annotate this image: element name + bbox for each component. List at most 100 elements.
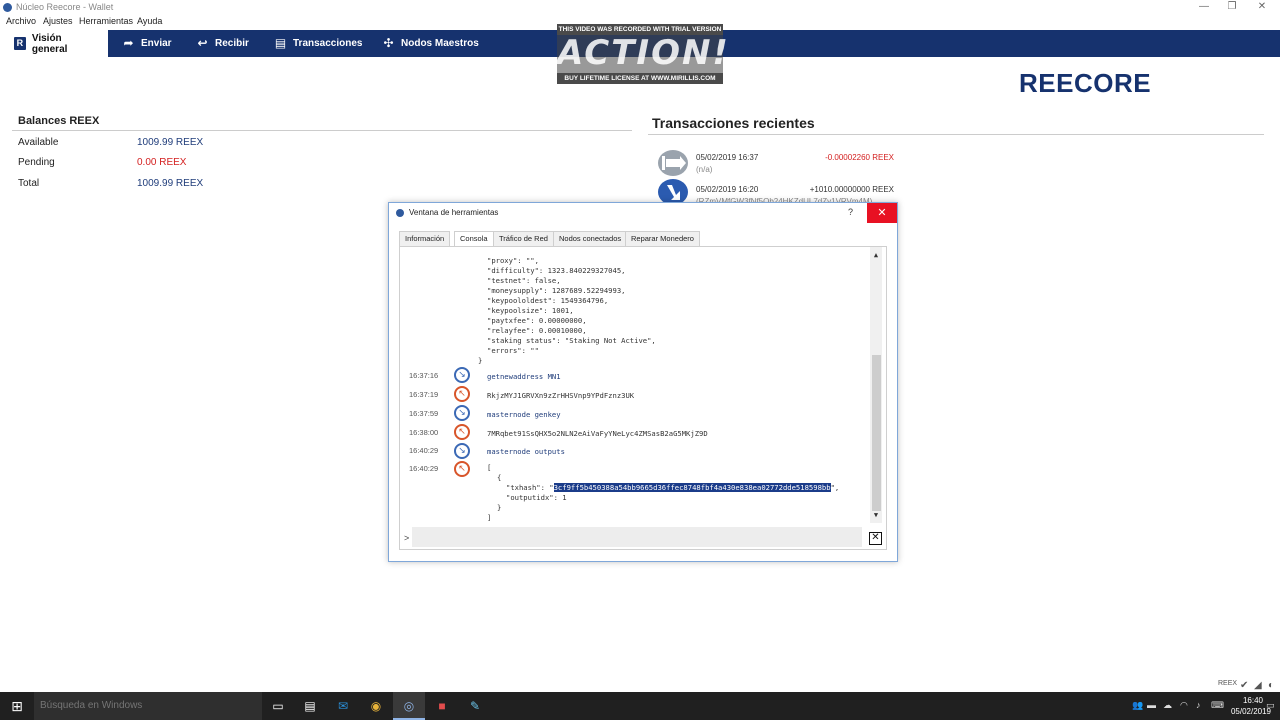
- notifications-icon[interactable]: ▭: [1266, 700, 1275, 711]
- balance-label-total: Total: [18, 178, 40, 189]
- console-prompt: >: [404, 533, 410, 543]
- console-json-line: "keypoololdest": 1549364796,: [487, 296, 609, 305]
- txhash-key: "txhash": ": [506, 483, 554, 492]
- tools-window: Ventana de herramientas ? ✕ Información …: [388, 202, 898, 562]
- balance-value-pending: 0.00 REEX: [137, 157, 187, 168]
- people-icon[interactable]: 👥: [1132, 700, 1143, 711]
- watermark-logo: ACTION!: [557, 33, 730, 73]
- close-tools-button[interactable]: ✕: [867, 203, 897, 223]
- console-timestamp: 16:37:59: [409, 409, 439, 418]
- menu-ajustes[interactable]: Ajustes: [43, 16, 73, 26]
- app-logo-icon: [396, 209, 404, 217]
- console-command-icon: ↘: [454, 367, 470, 383]
- tx-date: 05/02/2019 16:37: [696, 153, 759, 162]
- console-timestamp: 16:38:00: [409, 428, 439, 437]
- recording-watermark: THIS VIDEO WAS RECORDED WITH TRIAL VERSI…: [557, 24, 730, 84]
- reecore-wallet-taskbar-icon[interactable]: ◎: [393, 692, 425, 720]
- send-arrow-icon: ➦: [123, 36, 134, 50]
- menu-ayuda[interactable]: Ayuda: [137, 16, 162, 26]
- volume-icon[interactable]: ♪: [1196, 700, 1201, 710]
- notepad-icon[interactable]: ▤: [294, 692, 326, 720]
- balance-value-total: 1009.99 REEX: [137, 178, 204, 189]
- minimize-button[interactable]: —: [1190, 0, 1218, 15]
- tools-window-titlebar: Ventana de herramientas: [389, 203, 897, 223]
- tab-informacion[interactable]: Información: [399, 231, 451, 247]
- chrome-icon[interactable]: ◉: [360, 692, 392, 720]
- tab-label: Nodos Maestros: [401, 38, 479, 49]
- brand-title: REECORE: [1019, 68, 1152, 98]
- recent-divider: [648, 134, 1264, 135]
- console-reply: RkjzMYJ1GRVXn9zZrHHSVnp9YPdFznz3UK: [487, 391, 635, 400]
- help-button[interactable]: ?: [848, 207, 853, 217]
- windows-search-input[interactable]: [34, 692, 262, 720]
- balances-title: Balances REEX: [18, 115, 100, 127]
- console-reply-icon: ↖: [454, 386, 470, 402]
- tx-amount: -0.00002260 REEX: [825, 153, 894, 162]
- console-reply: "outputidx": 1: [506, 493, 567, 502]
- tools-window-title: Ventana de herramientas: [409, 208, 499, 217]
- scroll-thumb[interactable]: [872, 355, 881, 511]
- scroll-up-arrow-icon[interactable]: ▲: [870, 251, 882, 261]
- battery-icon[interactable]: ▬: [1147, 700, 1156, 710]
- editor-app-icon[interactable]: ✎: [459, 692, 491, 720]
- tab-trafico-de-red[interactable]: Tráfico de Red: [493, 231, 554, 247]
- console-output: "proxy": "", "difficulty": 1323.84022932…: [400, 247, 886, 523]
- tab-nodos-maestros[interactable]: ✣ Nodos Maestros: [368, 30, 493, 57]
- maximize-button[interactable]: ❐: [1218, 0, 1246, 15]
- watermark-bottom-text: BUY LIFETIME LICENSE AT WWW.MIRILLIS.COM: [557, 73, 723, 84]
- network-signal-icon: ◢: [1254, 680, 1262, 691]
- console-json-line: "moneysupply": 1287689.52294993,: [487, 286, 626, 295]
- scroll-down-arrow-icon[interactable]: ▼: [870, 511, 882, 521]
- console-command-icon: ↘: [454, 405, 470, 421]
- tab-recibir[interactable]: ↩ Recibir: [182, 30, 263, 57]
- txhash-selected-value[interactable]: 3cf9ff5b450388a54bb9665d36ffec8748fbf4a4…: [553, 483, 831, 492]
- tab-nodos-conectados[interactable]: Nodos conectados: [553, 231, 628, 247]
- menu-herramientas[interactable]: Herramientas: [79, 16, 133, 26]
- windows-start-icon[interactable]: ⊞: [0, 692, 34, 720]
- console-reply-icon: ↖: [454, 461, 470, 477]
- console-command: getnewaddress MN1: [487, 372, 561, 381]
- tx-date: 05/02/2019 16:20: [696, 185, 759, 194]
- console-reply-icon: ↖: [454, 424, 470, 440]
- console-reply: {: [497, 473, 502, 482]
- menu-archivo[interactable]: Archivo: [6, 16, 36, 26]
- console-panel: "proxy": "", "difficulty": 1323.84022932…: [399, 246, 887, 550]
- window-titlebar: Núcleo Reecore - Wallet — ❐ ✕: [0, 0, 1280, 15]
- console-scrollbar[interactable]: ▲ ▼: [870, 247, 882, 523]
- tab-label: Visión general: [31, 32, 68, 55]
- app-logo-icon: [3, 3, 12, 12]
- tab-label: Transacciones: [293, 38, 363, 49]
- close-window-button[interactable]: ✕: [1248, 0, 1276, 15]
- console-reply: [: [487, 463, 492, 472]
- task-view-icon[interactable]: ▭: [262, 692, 294, 720]
- tab-enviar[interactable]: ➦ Enviar: [108, 30, 186, 57]
- tab-label: Enviar: [141, 38, 172, 49]
- checkmark-icon: ✔: [1240, 680, 1249, 691]
- console-json-line: "testnet": false,: [487, 276, 561, 285]
- console-json-line: "relayfee": 0.00010000,: [487, 326, 587, 335]
- receive-arrow-icon: ↩: [197, 36, 208, 50]
- console-command-icon: ↘: [454, 443, 470, 459]
- reecore-logo-icon: R: [14, 37, 26, 50]
- transactions-list-icon: ▤: [274, 36, 287, 50]
- console-timestamp: 16:40:29: [409, 464, 439, 473]
- console-command: masternode genkey: [487, 410, 561, 419]
- console-json-line: "paytxfee": 0.00000000,: [487, 316, 587, 325]
- tab-consola[interactable]: Consola: [454, 231, 494, 247]
- tab-transacciones[interactable]: ▤ Transacciones: [260, 30, 376, 57]
- wifi-icon[interactable]: ◠: [1180, 700, 1188, 711]
- cloud-icon[interactable]: ☁: [1163, 700, 1172, 711]
- tab-vision-general[interactable]: R Visión general: [0, 30, 108, 57]
- masternodes-icon: ✣: [383, 36, 394, 50]
- keyboard-icon[interactable]: ⌨: [1211, 700, 1224, 711]
- console-json-line: "errors": "": [487, 346, 539, 355]
- tab-label: Recibir: [215, 38, 249, 49]
- console-input[interactable]: [412, 527, 862, 547]
- action-recorder-icon[interactable]: ■: [426, 692, 458, 720]
- outlook-icon[interactable]: ✉: [327, 692, 359, 720]
- self-transfer-icon: [658, 150, 688, 176]
- txhash-end: ",: [830, 483, 840, 492]
- tab-reparar-monedero[interactable]: Reparar Monedero: [625, 231, 700, 247]
- windows-taskbar: ⊞ ▭ ▤ ✉ ◉ ◎ ■ ✎ 👥 ▬ ☁ ◠ ♪ ⌨ 16:40 05/02/…: [0, 692, 1280, 720]
- clear-console-button[interactable]: ✕: [869, 532, 882, 545]
